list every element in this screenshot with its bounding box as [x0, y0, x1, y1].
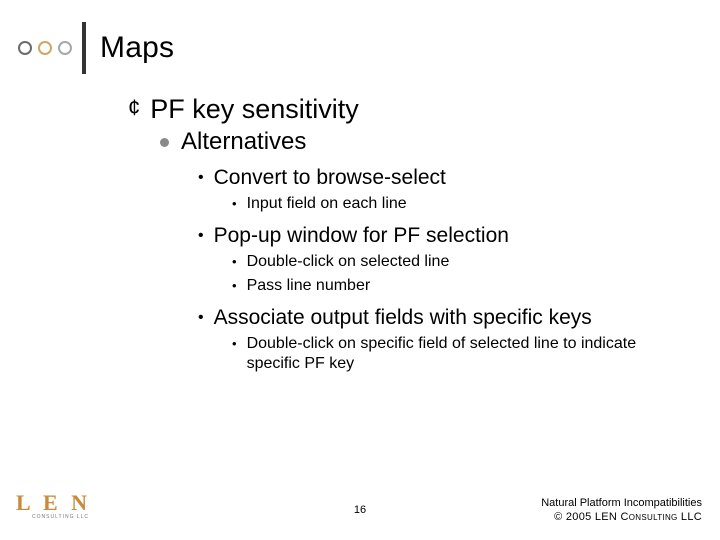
header: Maps — [18, 22, 174, 74]
footer: Natural Platform Incompatibilities © 200… — [541, 496, 702, 524]
bullet-icon: • — [198, 166, 204, 190]
bullet-icon: • — [232, 276, 237, 296]
decorative-dots — [18, 41, 72, 55]
list-item: • Pop-up window for PF selection — [198, 224, 680, 248]
bullet-icon: • — [232, 252, 237, 272]
bullet-icon: • — [232, 334, 237, 354]
bullet-text: Alternatives — [181, 128, 306, 156]
dot-icon — [18, 41, 32, 55]
divider-icon — [82, 22, 86, 74]
bullet-text: PF key sensitivity — [150, 94, 359, 124]
list-item: • Convert to browse-select — [198, 166, 680, 190]
list-item: • Associate output fields with specific … — [198, 306, 680, 330]
dot-icon — [38, 41, 52, 55]
bullet-icon — [160, 138, 169, 147]
bullet-text: Associate output fields with specific ke… — [214, 306, 592, 330]
list-item: • Double-click on specific field of sele… — [232, 334, 680, 374]
bullet-text: Convert to browse-select — [214, 166, 446, 190]
dot-icon — [58, 41, 72, 55]
bullet-text: Pop-up window for PF selection — [214, 224, 509, 248]
list-item: • Double-click on selected line — [232, 252, 680, 272]
bullet-text: Pass line number — [247, 276, 371, 296]
bullet-icon: ¢ — [128, 94, 140, 122]
bullet-icon: • — [232, 194, 237, 214]
bullet-icon: • — [198, 224, 204, 248]
page-title: Maps — [100, 31, 174, 65]
content: ¢ PF key sensitivity Alternatives • Conv… — [128, 94, 680, 374]
logo-brand: L E N — [16, 490, 91, 516]
bullet-text: Double-click on selected line — [247, 252, 450, 272]
slide: Maps ¢ PF key sensitivity Alternatives •… — [0, 0, 720, 540]
footer-line: © 2005 LEN Consulting LLC — [541, 510, 702, 524]
page-number: 16 — [354, 504, 366, 516]
list-item: Alternatives — [160, 128, 680, 156]
bullet-text: Double-click on specific field of select… — [247, 334, 680, 374]
bullet-text: Input field on each line — [247, 194, 407, 214]
logo: L E N CONSULTING LLC — [16, 490, 91, 520]
bullet-icon: • — [198, 306, 204, 330]
list-item: ¢ PF key sensitivity — [128, 94, 680, 124]
footer-line: Natural Platform Incompatibilities — [541, 496, 702, 510]
list-item: • Input field on each line — [232, 194, 680, 214]
list-item: • Pass line number — [232, 276, 680, 296]
